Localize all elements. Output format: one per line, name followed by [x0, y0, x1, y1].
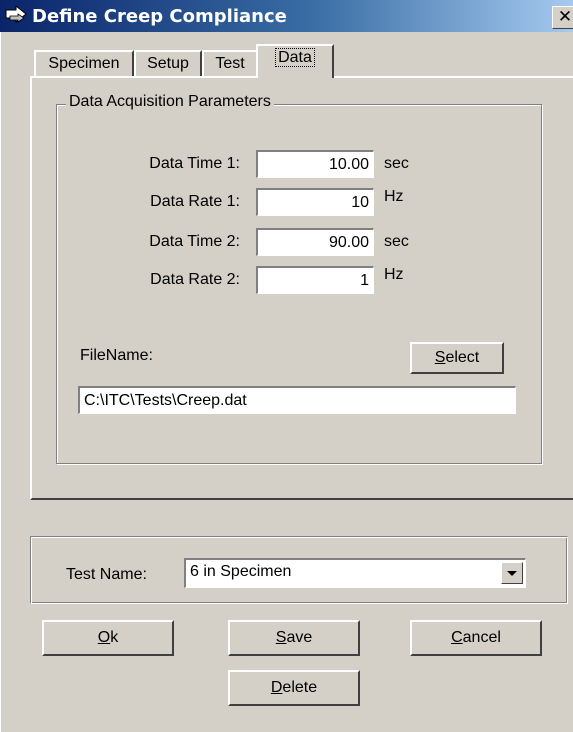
- close-icon: ✕: [557, 7, 573, 26]
- select-label: elect: [445, 349, 480, 366]
- tab-data[interactable]: Data: [256, 44, 334, 78]
- close-button[interactable]: ✕: [552, 6, 573, 29]
- filename-field[interactable]: [78, 386, 516, 414]
- filename-label: FileName:: [80, 347, 153, 364]
- data-time-2-label: Data Time 2:: [149, 233, 240, 250]
- tab-specimen-label: Specimen: [48, 55, 120, 72]
- tab-specimen[interactable]: Specimen: [34, 50, 134, 76]
- tab-data-label: Data: [275, 48, 315, 67]
- data-rate-1-field[interactable]: [256, 188, 374, 216]
- test-name-label: Test Name:: [66, 566, 147, 583]
- data-rate-1-unit: Hz: [384, 188, 404, 205]
- data-time-2-field[interactable]: [256, 228, 374, 256]
- select-accel: S: [434, 349, 446, 366]
- data-rate-2-unit: Hz: [384, 266, 404, 283]
- data-time-2-unit: sec: [384, 233, 409, 250]
- tab-setup[interactable]: Setup: [134, 50, 202, 76]
- data-time-1-field[interactable]: [256, 150, 374, 178]
- data-time-1-unit: sec: [384, 155, 409, 172]
- save-button[interactable]: Save: [228, 620, 360, 656]
- ok-label: k: [110, 629, 119, 646]
- chevron-down-icon[interactable]: [501, 562, 523, 584]
- cancel-accel: C: [451, 629, 463, 646]
- data-time-1-label: Data Time 1:: [149, 155, 240, 172]
- data-rate-1-label: Data Rate 1:: [150, 193, 240, 210]
- test-name-dropdown[interactable]: 6 in Specimen: [184, 558, 526, 588]
- title-bar: Define Creep Compliance: [0, 0, 573, 32]
- tab-test-label: Test: [215, 55, 245, 72]
- cancel-label: ancel: [462, 629, 501, 646]
- save-accel: S: [275, 629, 287, 646]
- ok-accel: O: [97, 629, 111, 646]
- cancel-button[interactable]: Cancel: [410, 620, 542, 656]
- delete-accel: D: [270, 679, 283, 696]
- ok-button[interactable]: Ok: [42, 620, 174, 656]
- delete-label: elete: [282, 679, 318, 696]
- delete-button[interactable]: Delete: [228, 670, 360, 706]
- window-title: Define Creep Compliance: [32, 6, 287, 27]
- tab-test[interactable]: Test: [202, 50, 258, 76]
- select-button[interactable]: Select: [410, 342, 504, 374]
- data-rate-2-field[interactable]: [256, 266, 374, 294]
- test-name-value: 6 in Specimen: [190, 563, 292, 580]
- tab-setup-label: Setup: [147, 55, 189, 72]
- save-label: ave: [286, 629, 313, 646]
- window-frame-left: [0, 32, 4, 732]
- group-title: Data Acquisition Parameters: [66, 93, 274, 111]
- arrow-app-icon: [5, 6, 27, 24]
- data-rate-2-label: Data Rate 2:: [150, 271, 240, 288]
